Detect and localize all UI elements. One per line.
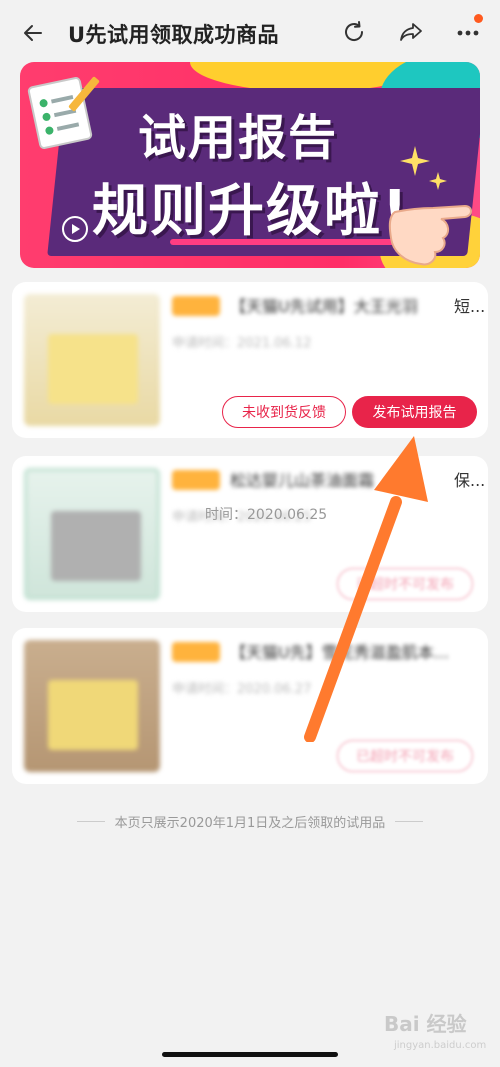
product-title: 【天猫U先试用】大王光羽 bbox=[230, 297, 418, 316]
play-icon[interactable] bbox=[62, 216, 88, 242]
product-thumbnail bbox=[24, 294, 160, 426]
app-header: U先试用领取成功商品 bbox=[0, 0, 500, 64]
banner-underline bbox=[170, 239, 400, 245]
product-title-tail: 保... bbox=[454, 471, 486, 490]
trial-item-card[interactable]: 【天猫U先试用】大王光羽 短... 申请时间：2021.06.12 未收到货反馈… bbox=[12, 282, 488, 438]
page-title: U先试用领取成功商品 bbox=[68, 23, 280, 47]
product-thumbnail bbox=[24, 468, 160, 600]
list-footer-note: 本页只展示2020年1月1日及之后领取的试用品 bbox=[0, 812, 500, 831]
notification-dot bbox=[474, 14, 483, 23]
apply-date: 申请时间：2020.06.27 bbox=[172, 682, 312, 697]
item-tag bbox=[172, 296, 220, 316]
annotation-arrow bbox=[304, 436, 428, 742]
product-title-tail: 短... bbox=[454, 297, 486, 316]
not-received-feedback-button[interactable]: 未收到货反馈 bbox=[222, 396, 346, 428]
promo-banner[interactable]: 试用报告 规则升级啦! bbox=[20, 62, 480, 268]
item-tag bbox=[172, 642, 220, 662]
apply-date: 申请时间：2021.06.12 bbox=[172, 336, 312, 351]
product-thumbnail bbox=[24, 640, 160, 772]
divider bbox=[395, 821, 424, 822]
refresh-icon[interactable] bbox=[338, 16, 370, 48]
banner-subheadline: 规则升级啦! bbox=[92, 179, 410, 244]
item-tag bbox=[172, 470, 220, 490]
back-arrow-icon[interactable] bbox=[18, 18, 48, 48]
footer-text: 本页只展示2020年1月1日及之后领取的试用品 bbox=[114, 816, 386, 831]
publish-trial-report-button[interactable]: 发布试用报告 bbox=[352, 396, 477, 428]
banner-headline: 试用报告 bbox=[138, 110, 339, 166]
pointing-hand-icon bbox=[388, 204, 472, 266]
watermark-logo: Bai 经验 bbox=[384, 1012, 467, 1036]
divider bbox=[76, 821, 105, 822]
share-icon[interactable] bbox=[395, 16, 427, 48]
watermark-url: jingyan.baidu.com bbox=[394, 1040, 487, 1051]
home-indicator[interactable] bbox=[162, 1052, 338, 1057]
expired-button[interactable]: 已超时不可发布 bbox=[337, 740, 473, 772]
clipboard-icon bbox=[27, 76, 100, 149]
